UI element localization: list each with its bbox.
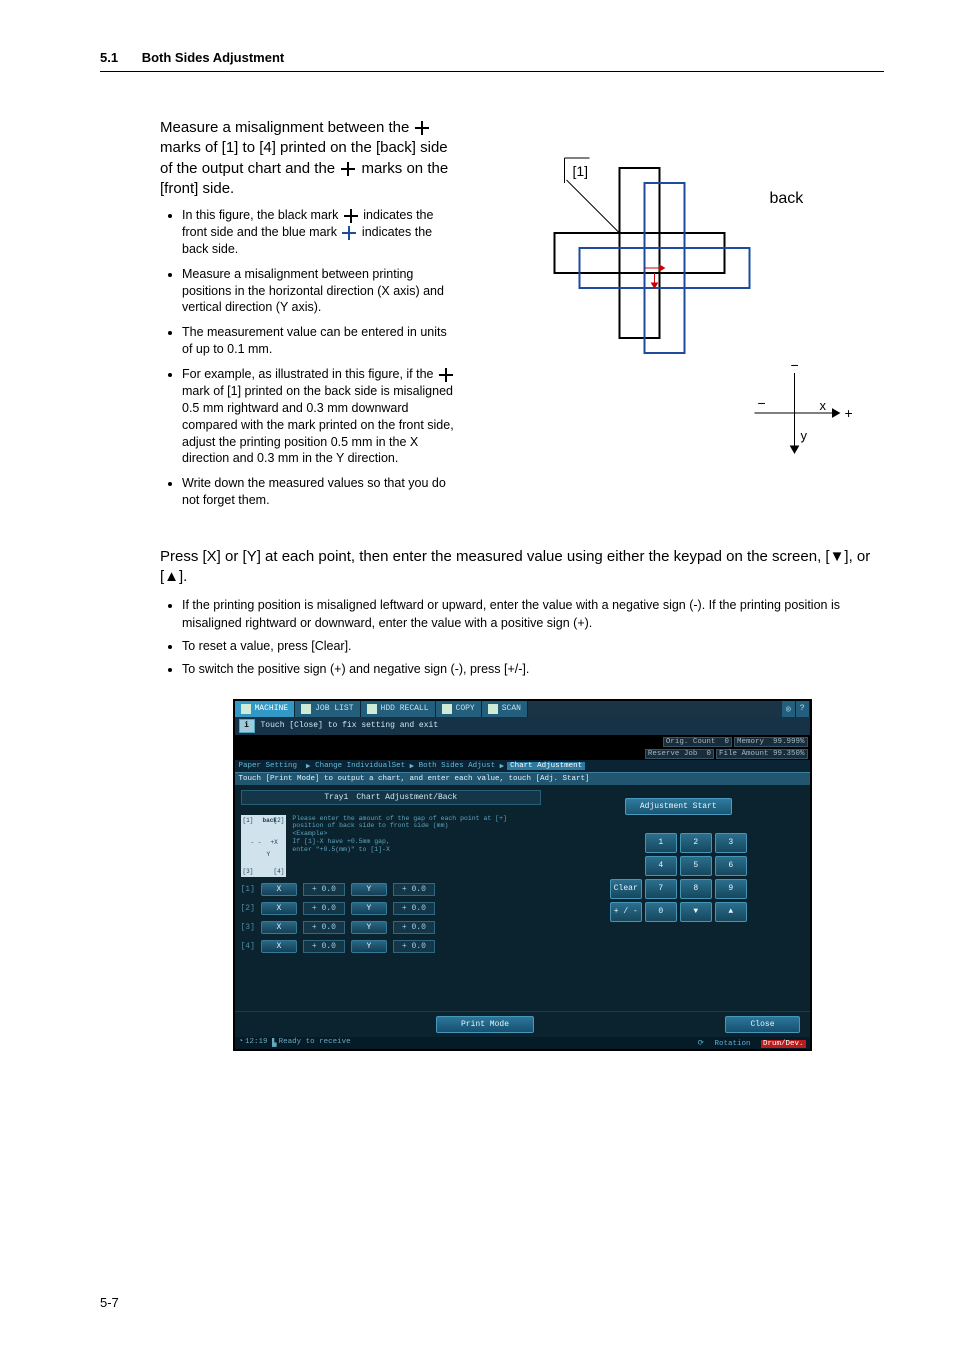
x-button[interactable]: X (261, 883, 297, 896)
plus-icon (344, 209, 358, 223)
y-value[interactable]: + 0.0 (393, 902, 435, 915)
breadcrumb-current: Chart Adjustment (507, 762, 585, 770)
key-plusminus[interactable]: + / - (610, 902, 642, 922)
rotation-indicator: ⟳ Rotation (698, 1040, 751, 1048)
key-clear[interactable]: Clear (610, 879, 642, 899)
tray-label: Tray1 (324, 793, 348, 802)
memory: Memory 99.999% (734, 737, 808, 747)
adjustment-start-button[interactable]: Adjustment Start (625, 798, 732, 815)
scan-icon (488, 704, 498, 714)
svg-text:−: − (791, 357, 799, 373)
bullet-list-1: In this figure, the black mark indicates… (160, 207, 455, 509)
list-item: To switch the positive sign (+) and nega… (182, 660, 884, 679)
help-icon[interactable]: ? (796, 701, 810, 717)
y-value[interactable]: + 0.0 (393, 921, 435, 934)
drum-indicator: Drum/Dev. (761, 1040, 806, 1048)
plus-icon (342, 226, 356, 240)
plus-icon (415, 121, 429, 135)
svg-text:+: + (845, 405, 853, 421)
keypad: 1 2 3 4 5 6 Clear 7 8 9 + / - 0 ▼ (553, 833, 803, 922)
power-icon[interactable]: ◎ (782, 701, 796, 717)
x-value[interactable]: + 0.0 (303, 921, 345, 934)
list-icon (301, 704, 311, 714)
tab-joblist[interactable]: JOB LIST (295, 701, 360, 717)
ui-screenshot: MACHINE JOB LIST HDD RECALL COPY SCAN ◎ … (233, 699, 812, 1051)
section-title: Both Sides Adjustment (142, 50, 285, 65)
y-button[interactable]: Y (351, 940, 387, 953)
key-up[interactable]: ▲ (715, 902, 747, 922)
info-icon: i (239, 719, 255, 733)
y-value[interactable]: + 0.0 (393, 883, 435, 896)
x-button[interactable]: X (261, 902, 297, 915)
alignment-figure: [1] back x − + y − (485, 118, 884, 458)
list-item: To reset a value, press [Clear]. (182, 637, 884, 656)
y-button[interactable]: Y (351, 921, 387, 934)
list-item: For example, as illustrated in this figu… (182, 366, 455, 467)
y-button[interactable]: Y (351, 883, 387, 896)
message-text: Touch [Close] to fix setting and exit (261, 721, 439, 730)
list-item: Measure a misalignment between printing … (182, 266, 455, 317)
key-8[interactable]: 8 (680, 879, 712, 899)
svg-text:−: − (758, 395, 766, 411)
back-label: back (770, 190, 805, 207)
hdd-icon (367, 704, 377, 714)
close-button[interactable]: Close (725, 1016, 799, 1033)
x-button[interactable]: X (261, 940, 297, 953)
section-header: 5.1 Both Sides Adjustment (100, 50, 884, 71)
key-6[interactable]: 6 (715, 856, 747, 876)
key-0[interactable]: 0 (645, 902, 677, 922)
bullet-list-2: If the printing position is misaligned l… (160, 596, 884, 679)
list-item: If the printing position is misaligned l… (182, 596, 884, 634)
guide-text: Please enter the amount of the gap of ea… (292, 815, 541, 877)
value-row-4: [4] X + 0.0 Y + 0.0 (241, 940, 542, 953)
key-5[interactable]: 5 (680, 856, 712, 876)
key-7[interactable]: 7 (645, 879, 677, 899)
x-value[interactable]: + 0.0 (303, 902, 345, 915)
orig-count: Orig. Count 0 (663, 737, 732, 747)
y-button[interactable]: Y (351, 902, 387, 915)
plus-icon (341, 162, 355, 176)
tab-hdd[interactable]: HDD RECALL (361, 701, 436, 717)
machine-icon (241, 704, 251, 714)
section-number: 5.1 (100, 50, 118, 65)
intro-text: Measure a misalignment between the marks… (160, 118, 455, 199)
svg-text:y: y (801, 428, 808, 443)
list-item: In this figure, the black mark indicates… (182, 207, 455, 258)
key-2[interactable]: 2 (680, 833, 712, 853)
sub-instruction: Touch [Print Mode] to output a chart, an… (235, 772, 810, 786)
tab-machine[interactable]: MACHINE (235, 701, 296, 717)
corner-label: [1] (573, 163, 589, 179)
copy-icon (442, 704, 452, 714)
press-instruction: Press [X] or [Y] at each point, then ent… (160, 547, 884, 588)
chart-adj-label: Chart Adjustment/Back (356, 793, 457, 802)
plus-icon (439, 368, 453, 382)
key-3[interactable]: 3 (715, 833, 747, 853)
x-value[interactable]: + 0.0 (303, 940, 345, 953)
tab-scan[interactable]: SCAN (482, 701, 528, 717)
tab-copy[interactable]: COPY (436, 701, 482, 717)
key-4[interactable]: 4 (645, 856, 677, 876)
page-number: 5-7 (100, 1295, 119, 1310)
time-text: 12:19 (245, 1038, 268, 1048)
x-button[interactable]: X (261, 921, 297, 934)
key-9[interactable]: 9 (715, 879, 747, 899)
y-value[interactable]: + 0.0 (393, 940, 435, 953)
svg-text:x: x (820, 398, 827, 413)
svg-text:+: + (791, 453, 799, 458)
value-row-2: [2] X + 0.0 Y + 0.0 (241, 902, 542, 915)
layout-thumbnail: [1] [2] [3] [4] back - - +X Y (241, 815, 287, 877)
file-amount: File Amount 99.350% (716, 749, 808, 759)
breadcrumb: Paper Setting ▶ Change IndividualSet ▶ B… (235, 760, 810, 772)
x-value[interactable]: + 0.0 (303, 883, 345, 896)
key-down[interactable]: ▼ (680, 902, 712, 922)
print-mode-button[interactable]: Print Mode (436, 1016, 534, 1033)
list-item: Write down the measured values so that y… (182, 475, 455, 509)
value-row-1: [1] X + 0.0 Y + 0.0 (241, 883, 542, 896)
status-text: Ready to receive (279, 1038, 351, 1048)
list-item: The measurement value can be entered in … (182, 324, 455, 358)
key-1[interactable]: 1 (645, 833, 677, 853)
value-row-3: [3] X + 0.0 Y + 0.0 (241, 921, 542, 934)
reserve-job: Reserve Job 0 (645, 749, 714, 759)
